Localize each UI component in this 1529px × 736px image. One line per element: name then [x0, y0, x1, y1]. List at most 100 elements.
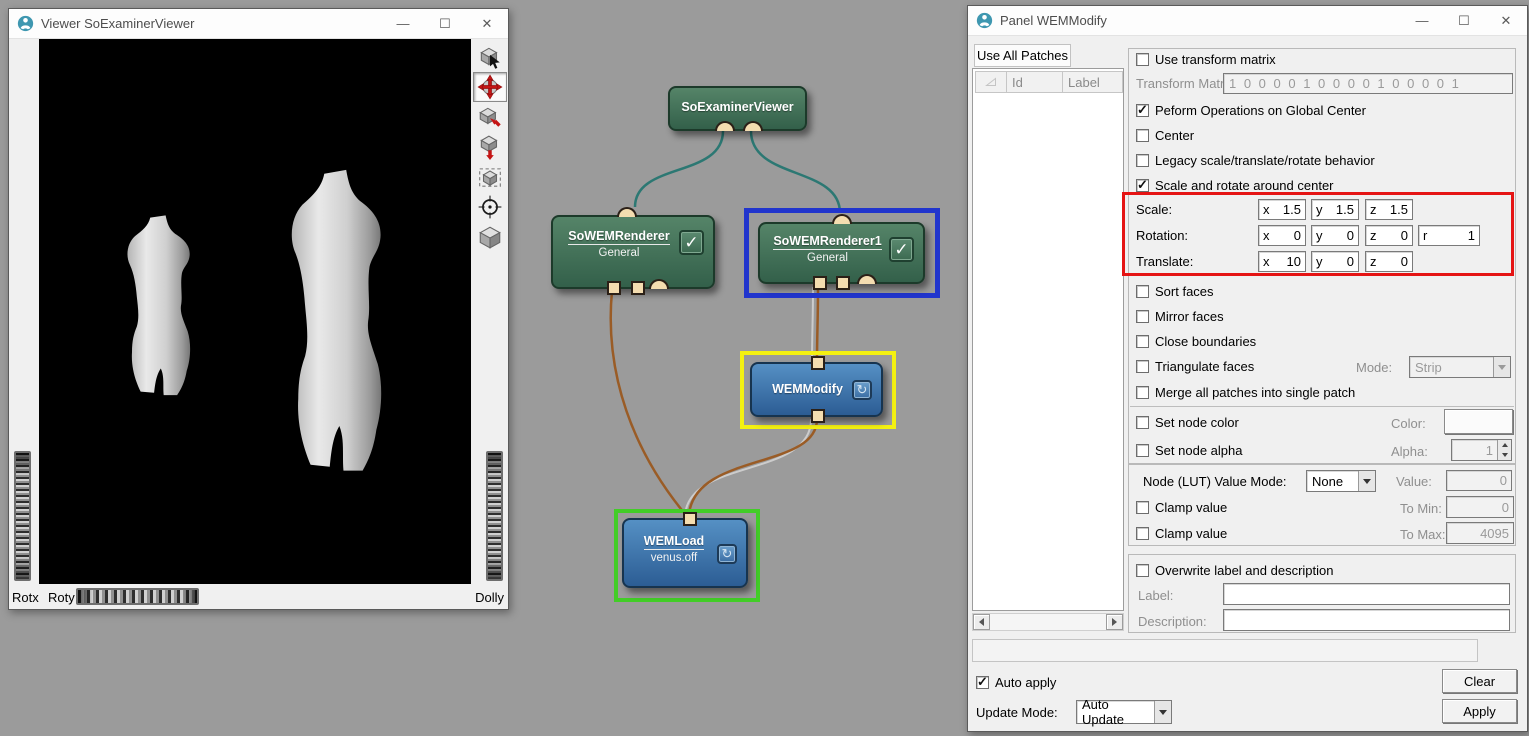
crosshair-seek-icon[interactable]	[473, 192, 507, 222]
node-sowemrenderer1[interactable]: SoWEMRenderer1 General ✓	[758, 222, 925, 284]
scale-z-field[interactable]: z1.5	[1365, 199, 1413, 220]
view-all-icon[interactable]	[473, 162, 507, 192]
scale-rotate-center-row[interactable]: Scale and rotate around center	[1136, 178, 1334, 193]
set-node-color-row[interactable]: Set node color	[1136, 415, 1239, 430]
scroll-right-icon[interactable]	[1106, 614, 1123, 630]
rotation-x-field[interactable]: x0	[1258, 225, 1306, 246]
checkbox-icon[interactable]	[1136, 360, 1149, 373]
scene-connector[interactable]	[857, 274, 877, 284]
rotx-thumbwheel[interactable]	[14, 451, 31, 581]
wem-input-connector[interactable]	[607, 281, 621, 295]
rotation-y-field[interactable]: y0	[1311, 225, 1359, 246]
value-field[interactable]: 0	[1446, 470, 1512, 491]
wem-input-connector[interactable]	[836, 276, 850, 290]
sort-faces-row[interactable]: Sort faces	[1136, 284, 1214, 299]
maximize-icon[interactable]: ☐	[1443, 6, 1485, 36]
spinner-icon[interactable]	[1497, 440, 1511, 460]
wem-input-connector[interactable]	[813, 276, 827, 290]
clamp-max-row[interactable]: Clamp value	[1136, 526, 1227, 541]
pick-cursor-icon[interactable]	[473, 42, 507, 72]
perspective-cube-icon[interactable]	[473, 222, 507, 252]
triangulate-faces-row[interactable]: Triangulate faces	[1136, 359, 1254, 374]
wem-output-connector[interactable]	[811, 356, 825, 370]
table-horizontal-scrollbar[interactable]	[972, 613, 1124, 631]
checkbox-icon[interactable]	[1136, 53, 1149, 66]
clear-button[interactable]: Clear	[1442, 669, 1517, 693]
label-column-header[interactable]: Label	[1063, 71, 1123, 93]
auto-apply-row[interactable]: Auto apply	[976, 675, 1056, 690]
minimize-icon[interactable]: —	[382, 9, 424, 39]
node-enabled-checkbox[interactable]: ✓	[889, 237, 914, 262]
merge-patches-row[interactable]: Merge all patches into single patch	[1136, 385, 1355, 400]
checkbox-icon[interactable]	[1136, 129, 1149, 142]
viewer-titlebar[interactable]: Viewer SoExaminerViewer — ☐ ✕	[9, 9, 508, 39]
node-sowemrenderer[interactable]: SoWEMRenderer General ✓	[551, 215, 715, 289]
checkbox-icon[interactable]	[1136, 104, 1149, 117]
mode-dropdown[interactable]: Strip	[1409, 356, 1511, 378]
checkbox-icon[interactable]	[976, 676, 989, 689]
description-field[interactable]	[1223, 609, 1510, 631]
roty-thumbwheel[interactable]	[76, 588, 199, 605]
3d-viewport[interactable]	[39, 39, 471, 584]
checkbox-icon[interactable]	[1136, 154, 1149, 167]
use-transform-matrix-row[interactable]: Use transform matrix	[1136, 52, 1276, 67]
checkbox-icon[interactable]	[1136, 416, 1149, 429]
wem-input-connector[interactable]	[811, 409, 825, 423]
scene-input-connector[interactable]	[715, 121, 735, 131]
checkbox-icon[interactable]	[1136, 444, 1149, 457]
minimize-icon[interactable]: —	[1401, 6, 1443, 36]
sort-column-header[interactable]	[975, 71, 1007, 93]
overwrite-label-row[interactable]: Overwrite label and description	[1136, 563, 1333, 578]
panel-titlebar[interactable]: Panel WEMModify — ☐ ✕	[968, 6, 1527, 36]
node-enabled-checkbox[interactable]: ✓	[679, 230, 704, 255]
legacy-behavior-row[interactable]: Legacy scale/translate/rotate behavior	[1136, 153, 1375, 168]
checkbox-icon[interactable]	[1136, 501, 1149, 514]
scene-input-connector[interactable]	[743, 121, 763, 131]
label-field[interactable]	[1223, 583, 1510, 605]
examine-rotate-icon[interactable]	[473, 72, 507, 102]
wem-output-connector[interactable]	[683, 512, 697, 526]
to-min-field[interactable]: 0	[1446, 496, 1514, 518]
patches-table[interactable]: Id Label	[972, 68, 1124, 611]
close-icon[interactable]: ✕	[466, 9, 508, 39]
clamp-min-row[interactable]: Clamp value	[1136, 500, 1227, 515]
checkbox-icon[interactable]	[1136, 335, 1149, 348]
apply-button[interactable]: Apply	[1442, 699, 1517, 723]
transform-matrix-field[interactable]: 1 0 0 0 0 1 0 0 0 0 1 0 0 0 0 1	[1223, 73, 1513, 94]
dolly-thumbwheel[interactable]	[486, 451, 503, 581]
rotation-r-field[interactable]: r1	[1418, 225, 1480, 246]
view-down-icon[interactable]	[473, 132, 507, 162]
checkbox-icon[interactable]	[1136, 179, 1149, 192]
translate-y-field[interactable]: y0	[1311, 251, 1359, 272]
close-boundaries-row[interactable]: Close boundaries	[1136, 334, 1256, 349]
translate-x-field[interactable]: x10	[1258, 251, 1306, 272]
checkbox-icon[interactable]	[1136, 564, 1149, 577]
mirror-faces-row[interactable]: Mirror faces	[1136, 309, 1224, 324]
scene-connector[interactable]	[649, 279, 669, 289]
refresh-icon[interactable]: ↻	[717, 544, 737, 564]
checkbox-icon[interactable]	[1136, 285, 1149, 298]
id-column-header[interactable]: Id	[1007, 71, 1063, 93]
to-max-field[interactable]: 4095	[1446, 522, 1514, 544]
use-all-patches-button[interactable]: Use All Patches	[974, 44, 1071, 67]
seek-object-icon[interactable]	[473, 102, 507, 132]
wem-input-connector[interactable]	[631, 281, 645, 295]
center-row[interactable]: Center	[1136, 128, 1194, 143]
alpha-field[interactable]: 1	[1451, 439, 1512, 461]
scale-x-field[interactable]: x1.5	[1258, 199, 1306, 220]
update-mode-dropdown[interactable]: Auto Update	[1076, 700, 1172, 724]
node-soexaminerviewer[interactable]: SoExaminerViewer	[668, 86, 807, 131]
checkbox-icon[interactable]	[1136, 527, 1149, 540]
checkbox-icon[interactable]	[1136, 386, 1149, 399]
scroll-left-icon[interactable]	[973, 614, 990, 630]
lut-mode-dropdown[interactable]: None	[1306, 470, 1376, 492]
close-icon[interactable]: ✕	[1485, 6, 1527, 36]
checkbox-icon[interactable]	[1136, 310, 1149, 323]
color-swatch[interactable]	[1444, 409, 1513, 434]
perform-global-center-row[interactable]: Peform Operations on Global Center	[1136, 103, 1366, 118]
maximize-icon[interactable]: ☐	[424, 9, 466, 39]
node-wemmodify[interactable]: WEMModify ↻	[750, 362, 883, 417]
node-wemload[interactable]: WEMLoad venus.off ↻	[622, 518, 748, 588]
translate-z-field[interactable]: z0	[1365, 251, 1413, 272]
scale-y-field[interactable]: y1.5	[1311, 199, 1359, 220]
